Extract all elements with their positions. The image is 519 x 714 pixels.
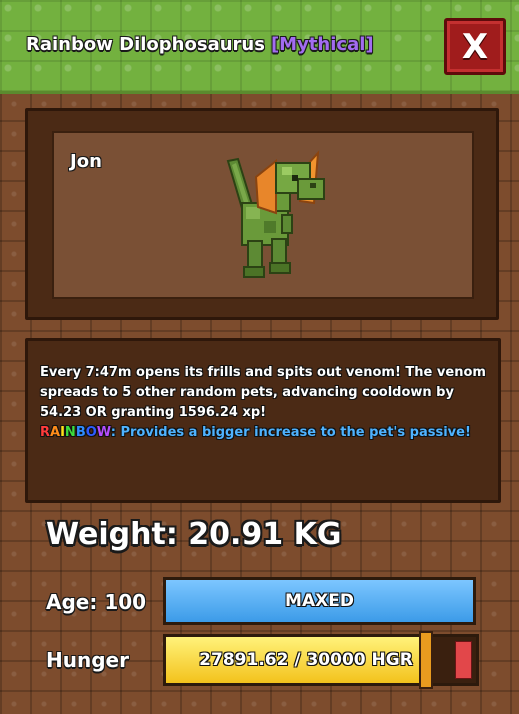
age-bar: MAXED [163, 577, 476, 625]
age-bar-text: MAXED [285, 591, 354, 611]
hunger-label: Hunger [46, 648, 129, 672]
pet-viewer: Jon [25, 108, 499, 320]
pet-nickname: Jon [70, 151, 102, 172]
pet-description: Every 7:47m opens its frills and spits o… [40, 363, 486, 443]
pet-species-name: Rainbow Dilophosaurus [26, 34, 265, 55]
ability-description: Every 7:47m opens its frills and spits o… [40, 365, 486, 420]
hunger-bar: 27891.62 / 30000 HGR [163, 631, 479, 689]
rarity-tag: [Mythical] [270, 34, 374, 55]
hunger-bar-text: 27891.62 / 30000 HGR [199, 650, 413, 670]
rainbow-letter: A [50, 425, 61, 440]
close-button[interactable]: X [444, 18, 506, 75]
rainbow-letter: W [96, 425, 111, 440]
rainbow-passive-text: Provides a bigger increase to the pet's … [120, 425, 471, 440]
weight-label: Weight: 20.91 KG [46, 517, 342, 552]
rainbow-letter: N [64, 425, 76, 440]
rainbow-label: RAINBOW [40, 425, 111, 440]
window-title: Rainbow Dilophosaurus [Mythical] [26, 34, 374, 55]
title-bar: Rainbow Dilophosaurus [Mythical] X [0, 0, 519, 94]
pet-info-window: Rainbow Dilophosaurus [Mythical] X Jon E… [0, 0, 519, 714]
rainbow-letter: R [40, 425, 51, 440]
description-panel: Every 7:47m opens its frills and spits o… [25, 338, 501, 503]
rainbow-letter: B [75, 425, 86, 440]
hunger-bar-marker [419, 631, 433, 689]
hunger-bar-end [455, 641, 472, 679]
age-label: Age: 100 [46, 590, 147, 614]
dilophosaurus-pet-icon [226, 150, 325, 278]
close-icon: X [461, 26, 489, 67]
rainbow-colon: : [110, 425, 116, 440]
rainbow-letter: O [85, 425, 97, 440]
